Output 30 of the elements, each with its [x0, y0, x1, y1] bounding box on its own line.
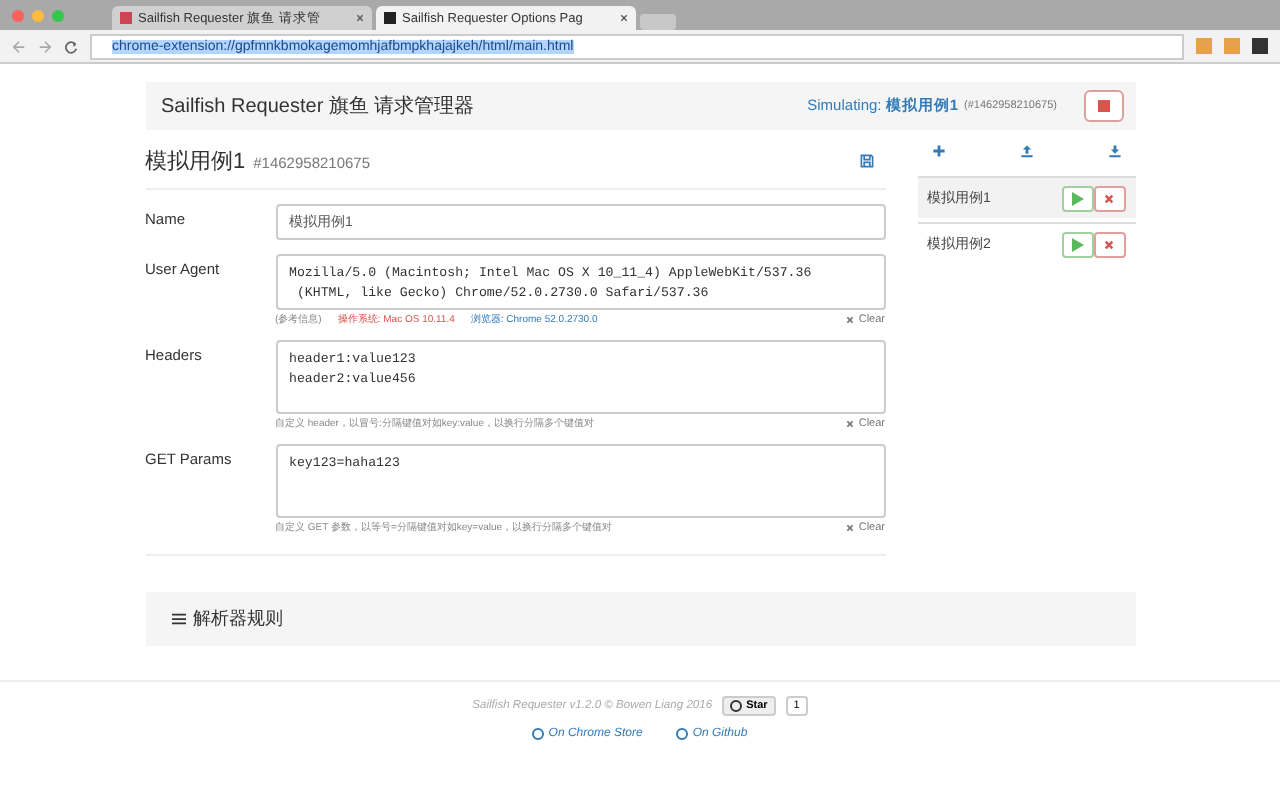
close-icon[interactable] — [620, 14, 628, 22]
save-icon[interactable] — [859, 154, 873, 168]
play-icon — [1071, 237, 1083, 251]
close-window-icon[interactable] — [12, 9, 24, 21]
add-icon[interactable] — [931, 143, 945, 157]
close-icon — [846, 523, 855, 531]
case-title: 模拟用例1 — [145, 147, 246, 176]
page-icon — [384, 12, 396, 24]
minimize-window-icon[interactable] — [32, 9, 44, 21]
close-icon[interactable] — [356, 14, 364, 22]
play-icon — [1071, 191, 1083, 205]
back-icon[interactable] — [12, 39, 26, 53]
close-icon — [1104, 239, 1114, 249]
close-icon — [1104, 193, 1114, 203]
play-button[interactable] — [1061, 185, 1093, 211]
page-icon — [120, 12, 132, 24]
forward-icon[interactable] — [38, 39, 52, 53]
download-icon[interactable] — [1107, 143, 1121, 157]
close-icon — [846, 315, 855, 323]
delete-button[interactable] — [1093, 231, 1125, 257]
menu-icon — [171, 612, 185, 626]
section-title[interactable]: 解析器规则 — [171, 606, 283, 632]
app-title: Sailfish Requester 旗鱼 请求管理器 — [161, 93, 475, 120]
reload-icon[interactable] — [64, 39, 78, 53]
upload-icon[interactable] — [1019, 143, 1033, 157]
delete-button[interactable] — [1093, 185, 1125, 211]
close-icon — [846, 419, 855, 427]
stop-icon — [1097, 100, 1109, 112]
stop-button[interactable] — [1083, 90, 1123, 122]
play-button[interactable] — [1061, 231, 1093, 257]
